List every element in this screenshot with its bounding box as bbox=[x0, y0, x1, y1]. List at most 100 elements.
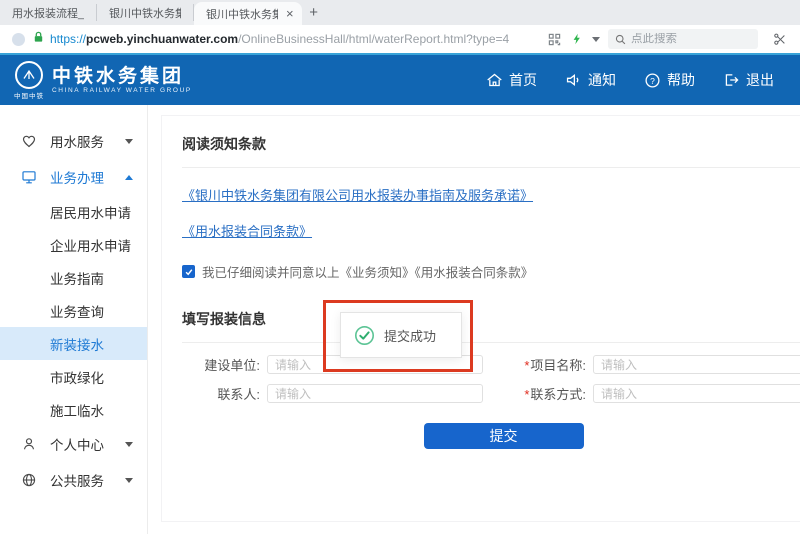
svg-text:?: ? bbox=[650, 75, 655, 85]
tab-title: 银川中铁水务集 bbox=[109, 5, 181, 21]
required-mark: * bbox=[524, 358, 529, 373]
sidebar-item-enterprise-apply[interactable]: 企业用水申请 bbox=[0, 228, 147, 261]
agreement-checkbox[interactable] bbox=[182, 265, 195, 278]
sidebar: 用水服务 业务办理 居民用水申请 企业用水申请 业务指南 业务查询 新装接水 市… bbox=[0, 105, 148, 534]
nav-help[interactable]: ? 帮助 bbox=[644, 70, 695, 90]
brand-logo[interactable]: 中国中铁 bbox=[14, 61, 44, 100]
nav-label: 首页 bbox=[509, 70, 537, 90]
link-contract-terms[interactable]: 《用水报装合同条款》 bbox=[182, 221, 800, 240]
success-toast: 提交成功 bbox=[340, 312, 462, 358]
nav-label: 通知 bbox=[588, 70, 616, 90]
contact-method-input[interactable] bbox=[593, 384, 800, 403]
tab-title: 银川中铁水务集 bbox=[206, 6, 278, 22]
tab-title: 用水报装流程_ bbox=[12, 5, 84, 21]
sub-item-label: 市政绿化 bbox=[50, 367, 104, 387]
new-tab-button[interactable]: + bbox=[302, 0, 326, 25]
url-path: /OnlineBusinessHall/html/waterReport.htm… bbox=[238, 32, 509, 46]
section-title-fill-info: 填写报装信息 bbox=[182, 309, 800, 329]
monitor-icon bbox=[20, 169, 37, 185]
sidebar-item-inquiry[interactable]: 业务查询 bbox=[0, 294, 147, 327]
sidebar-item-label: 公共服务 bbox=[50, 470, 125, 490]
nav-notifications[interactable]: 通知 bbox=[565, 70, 616, 90]
scissors-icon[interactable] bbox=[773, 32, 787, 46]
heart-icon bbox=[20, 133, 37, 149]
installation-form: 建设单位: *项目名称: 联系人: *联系方式: bbox=[198, 355, 800, 403]
nav-logout[interactable]: 退出 bbox=[723, 70, 774, 90]
submit-button[interactable]: 提交 bbox=[424, 423, 584, 449]
sidebar-item-business[interactable]: 业务办理 bbox=[0, 159, 147, 195]
check-icon bbox=[184, 267, 194, 277]
help-icon: ? bbox=[644, 72, 661, 89]
toast-message: 提交成功 bbox=[384, 326, 436, 345]
logout-icon bbox=[723, 72, 740, 88]
sidebar-item-resident-apply[interactable]: 居民用水申请 bbox=[0, 195, 147, 228]
success-check-icon bbox=[354, 325, 375, 346]
browser-tab-bar: 用水报装流程_ 银川中铁水务集 银川中铁水务集 × + bbox=[0, 0, 800, 25]
field-label-contact-method: *联系方式: bbox=[490, 384, 586, 403]
agreement-text: 我已仔细阅读并同意以上《业务须知》《用水报装合同条款》 bbox=[202, 262, 533, 281]
sidebar-item-guide[interactable]: 业务指南 bbox=[0, 261, 147, 294]
home-icon bbox=[486, 72, 503, 88]
sidebar-item-construction-water[interactable]: 施工临水 bbox=[0, 393, 147, 426]
sidebar-item-label: 个人中心 bbox=[50, 434, 125, 454]
sub-item-label: 企业用水申请 bbox=[50, 235, 131, 255]
sub-item-label: 业务指南 bbox=[50, 268, 104, 288]
nav-label: 帮助 bbox=[667, 70, 695, 90]
browser-tab-2[interactable]: 银川中铁水务集 bbox=[97, 4, 194, 21]
browser-tab-3-active[interactable]: 银川中铁水务集 × bbox=[194, 2, 302, 25]
sidebar-item-public-service[interactable]: 公共服务 bbox=[0, 462, 147, 498]
site-header: 中国中铁 中铁水务集团 CHINA RAILWAY WATER GROUP 首页… bbox=[0, 55, 800, 105]
sidebar-item-municipal-greening[interactable]: 市政绿化 bbox=[0, 360, 147, 393]
chevron-down-icon bbox=[125, 139, 133, 144]
sidebar-item-label: 用水服务 bbox=[50, 131, 125, 151]
speaker-icon bbox=[565, 72, 582, 88]
divider bbox=[182, 167, 800, 168]
project-name-input[interactable] bbox=[593, 355, 800, 374]
url-scheme: https:// bbox=[50, 32, 86, 46]
browser-toolbar: https://pcweb.yinchuanwater.com/OnlineBu… bbox=[0, 25, 800, 53]
globe-icon bbox=[20, 472, 37, 488]
sub-item-label: 居民用水申请 bbox=[50, 202, 131, 222]
section-title-read-terms: 阅读须知条款 bbox=[182, 134, 800, 154]
required-mark: * bbox=[524, 387, 529, 402]
main-content: 阅读须知条款 《银川中铁水务集团有限公司用水报装办事指南及服务承诺》 《用水报装… bbox=[161, 115, 800, 522]
field-label-construction-unit: 建设单位: bbox=[198, 355, 260, 374]
sub-item-label: 新装接水 bbox=[50, 334, 104, 354]
sidebar-item-personal-center[interactable]: 个人中心 bbox=[0, 426, 147, 462]
site-info-icon[interactable] bbox=[12, 33, 25, 46]
field-label-project-name: *项目名称: bbox=[490, 355, 586, 374]
lightning-icon[interactable] bbox=[571, 32, 583, 46]
person-icon bbox=[20, 436, 37, 452]
nav-home[interactable]: 首页 bbox=[486, 70, 537, 90]
nav-label: 退出 bbox=[746, 70, 774, 90]
tab-close-icon[interactable]: × bbox=[286, 7, 294, 20]
sub-item-label: 业务查询 bbox=[50, 301, 104, 321]
address-bar[interactable]: https://pcweb.yinchuanwater.com/OnlineBu… bbox=[50, 32, 543, 46]
url-host: pcweb.yinchuanwater.com bbox=[86, 32, 238, 46]
chevron-up-icon bbox=[125, 175, 133, 180]
contact-person-input[interactable] bbox=[267, 384, 483, 403]
sub-item-label: 施工临水 bbox=[50, 400, 104, 420]
search-input[interactable] bbox=[631, 33, 741, 45]
sidebar-item-new-connection[interactable]: 新装接水 bbox=[0, 327, 147, 360]
logo-caption: 中国中铁 bbox=[14, 90, 44, 100]
search-icon bbox=[615, 34, 626, 45]
agreement-row: 我已仔细阅读并同意以上《业务须知》《用水报装合同条款》 bbox=[182, 262, 800, 281]
qr-code-icon[interactable] bbox=[548, 33, 561, 46]
toolbar-search-box[interactable] bbox=[608, 29, 758, 49]
header-nav: 首页 通知 ? 帮助 退出 bbox=[486, 70, 786, 90]
field-label-contact-person: 联系人: bbox=[198, 384, 260, 403]
brand-text: 中铁水务集团 CHINA RAILWAY WATER GROUP bbox=[52, 66, 192, 95]
brand-title: 中铁水务集团 bbox=[52, 66, 192, 88]
lock-icon[interactable] bbox=[32, 30, 45, 49]
link-service-guide[interactable]: 《银川中铁水务集团有限公司用水报装办事指南及服务承诺》 bbox=[182, 185, 800, 204]
crcc-logo-icon bbox=[15, 61, 43, 89]
brand-subtitle: CHINA RAILWAY WATER GROUP bbox=[52, 87, 192, 94]
chevron-down-icon[interactable] bbox=[592, 37, 600, 42]
browser-tab-1[interactable]: 用水报装流程_ bbox=[0, 4, 97, 21]
sidebar-item-water-service[interactable]: 用水服务 bbox=[0, 123, 147, 159]
chevron-down-icon bbox=[125, 478, 133, 483]
divider bbox=[182, 342, 800, 343]
sidebar-item-label: 业务办理 bbox=[50, 167, 125, 187]
chevron-down-icon bbox=[125, 442, 133, 447]
